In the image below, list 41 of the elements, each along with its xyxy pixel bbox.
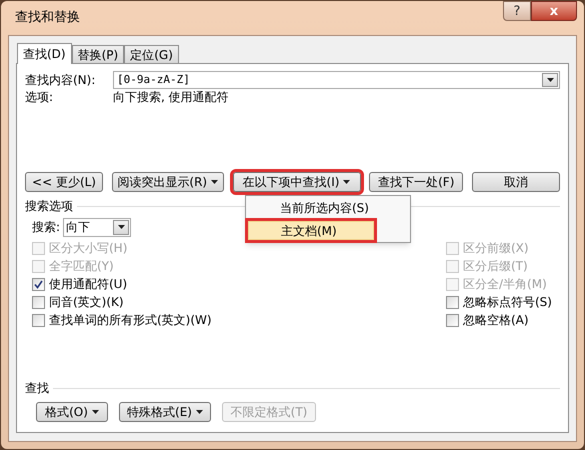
- menu-item[interactable]: 当前所选内容(S): [248, 198, 408, 217]
- help-button[interactable]: ?: [503, 1, 531, 21]
- checkbox[interactable]: [32, 296, 45, 308]
- checkbox-label: 同音(英文)(K): [49, 294, 124, 311]
- checkbox-label: 忽略空格(A): [463, 312, 529, 329]
- section-title: 搜索选项: [25, 198, 73, 215]
- checkbox[interactable]: [446, 296, 459, 308]
- checkbox-label: 使用通配符(U): [49, 276, 128, 293]
- menu-item[interactable]: 主文档(M): [248, 221, 374, 240]
- checkbox-label: 全字匹配(Y): [49, 258, 114, 275]
- caret-icon: [196, 410, 203, 414]
- field-label: 选项:: [25, 89, 54, 106]
- caret-icon: [92, 410, 99, 414]
- dialog-button[interactable]: 阅读突出显示(R): [112, 172, 224, 192]
- checkbox-label: 区分后缀(T): [463, 258, 528, 275]
- dialog-button[interactable]: << 更少(L): [25, 172, 103, 192]
- checkbox-label: 区分全/半角(M): [463, 276, 547, 293]
- dialog-button[interactable]: 取消: [472, 172, 560, 192]
- checkbox[interactable]: [32, 314, 45, 326]
- direction-select[interactable]: 向下: [63, 218, 132, 236]
- checkbox[interactable]: [446, 314, 459, 326]
- caret-icon: [343, 180, 350, 184]
- field-label: 查找内容(N):: [25, 72, 96, 89]
- tab[interactable]: 替换(P): [72, 45, 124, 63]
- check-icon: [34, 280, 43, 288]
- checkbox-label: 区分前缀(X): [463, 240, 529, 257]
- checkbox-label: 忽略标点符号(S): [463, 294, 552, 311]
- find-combobox[interactable]: [0-9a-zA-Z]: [113, 71, 560, 89]
- dialog-button[interactable]: 查找下一处(F): [369, 172, 464, 192]
- window-title: 查找和替换: [15, 9, 80, 28]
- dialog-button[interactable]: 格式(O): [36, 402, 108, 422]
- options-text: 向下搜索, 使用通配符: [113, 89, 229, 106]
- section-title: 查找: [25, 380, 49, 397]
- caret-icon: [211, 180, 218, 184]
- field-label: 搜索:: [32, 219, 60, 236]
- tab[interactable]: 定位(G): [124, 45, 179, 63]
- checkbox-label: 查找单词的所有形式(英文)(W): [49, 312, 212, 329]
- checkbox[interactable]: [32, 278, 45, 290]
- dialog-button[interactable]: 特殊格式(E): [119, 402, 211, 422]
- tab[interactable]: 查找(D): [17, 43, 72, 64]
- checkbox-label: 区分大小写(H): [49, 240, 128, 257]
